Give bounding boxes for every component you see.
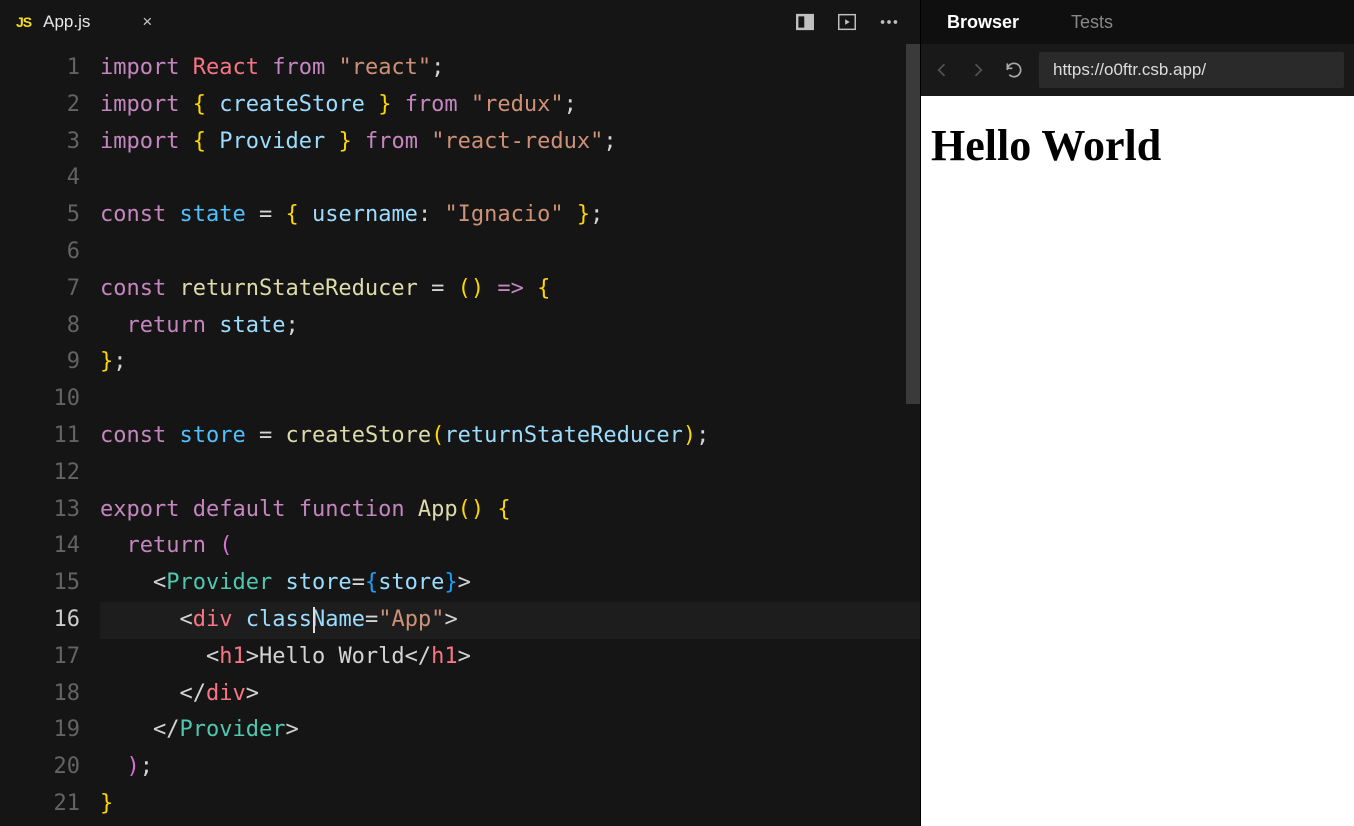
file-tab-label: App.js [43,12,90,32]
code-line[interactable]: export default function App() { [100,492,920,529]
line-number: 9 [0,344,80,381]
more-icon[interactable] [878,11,900,33]
line-number: 12 [0,455,80,492]
line-number: 5 [0,197,80,234]
tab-actions [794,11,912,33]
code-line[interactable]: <h1>Hello World</h1> [100,639,920,676]
code-line[interactable]: return state; [100,308,920,345]
line-number: 17 [0,639,80,676]
code-line[interactable] [100,381,920,418]
code-line[interactable]: </Provider> [100,712,920,749]
editor-pane: JS App.js × 1234567891011121314151617181… [0,0,920,826]
line-gutter: 123456789101112131415161718192021 [0,44,100,826]
code-line[interactable]: const store = createStore(returnStateRed… [100,418,920,455]
line-number: 19 [0,712,80,749]
code-line[interactable]: </div> [100,676,920,713]
file-tab[interactable]: JS App.js × [0,0,168,44]
line-number: 18 [0,676,80,713]
line-number: 16 [0,602,80,639]
line-number: 14 [0,528,80,565]
url-input[interactable] [1039,52,1344,88]
line-number: 11 [0,418,80,455]
split-editor-icon[interactable] [794,11,816,33]
side-pane: Browser Tests Hello World [920,0,1354,826]
code-line[interactable]: const state = { username: "Ignacio" }; [100,197,920,234]
code-line[interactable]: } [100,786,920,823]
line-number: 8 [0,308,80,345]
line-number: 10 [0,381,80,418]
code-line[interactable] [100,455,920,492]
line-number: 20 [0,749,80,786]
line-number: 13 [0,492,80,529]
line-number: 3 [0,124,80,161]
line-number: 1 [0,50,80,87]
close-tab-icon[interactable]: × [142,12,152,32]
code-area[interactable]: import React from "react";import { creat… [100,44,920,826]
side-tabs: Browser Tests [921,0,1354,44]
tab-tests[interactable]: Tests [1045,0,1139,44]
browser-preview: Hello World [921,96,1354,826]
line-number: 2 [0,87,80,124]
code-line[interactable]: return ( [100,528,920,565]
line-number: 7 [0,271,80,308]
tab-browser[interactable]: Browser [921,0,1045,44]
nav-back-icon[interactable] [931,59,953,81]
line-number: 4 [0,160,80,197]
code-editor[interactable]: 123456789101112131415161718192021 import… [0,44,920,826]
code-line[interactable]: const returnStateReducer = () => { [100,271,920,308]
code-line[interactable]: import { createStore } from "redux"; [100,87,920,124]
code-line[interactable] [100,234,920,271]
tab-bar: JS App.js × [0,0,920,44]
code-line[interactable]: <div className="App"> [100,602,920,639]
code-line[interactable]: import React from "react"; [100,50,920,87]
code-line[interactable] [100,160,920,197]
line-number: 15 [0,565,80,602]
reload-icon[interactable] [1003,59,1025,81]
code-line[interactable]: ); [100,749,920,786]
editor-scrollbar[interactable] [904,44,920,826]
nav-forward-icon[interactable] [967,59,989,81]
preview-heading: Hello World [931,120,1344,171]
code-line[interactable]: import { Provider } from "react-redux"; [100,124,920,161]
text-cursor [313,607,315,633]
js-file-icon: JS [16,14,31,30]
line-number: 6 [0,234,80,271]
browser-url-bar [921,44,1354,96]
preview-icon[interactable] [836,11,858,33]
scrollbar-thumb[interactable] [906,44,920,404]
code-line[interactable]: <Provider store={store}> [100,565,920,602]
line-number: 21 [0,786,80,823]
code-line[interactable]: }; [100,344,920,381]
